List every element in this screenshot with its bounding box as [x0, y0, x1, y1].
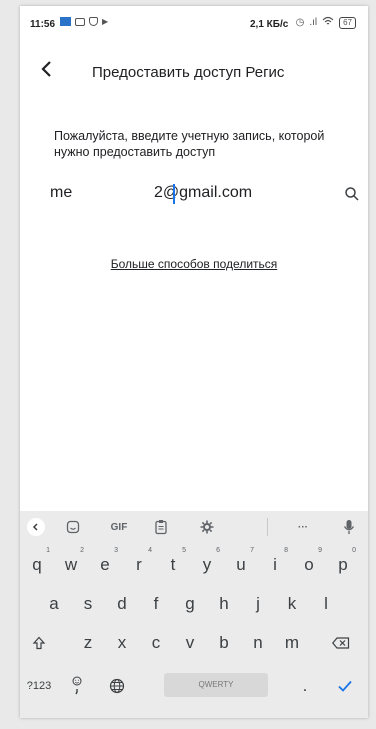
key-k[interactable]: k [277, 589, 307, 619]
key-z[interactable]: z [73, 628, 103, 658]
battery-icon: 67 [339, 16, 356, 29]
key-l[interactable]: l [311, 589, 341, 619]
keyboard-toolbar: GIF ··· [20, 511, 368, 543]
microphone-icon[interactable] [340, 518, 358, 536]
key-label: p [338, 555, 348, 574]
settings-gear-icon[interactable] [198, 518, 216, 536]
key-label: t [170, 555, 176, 574]
key-g[interactable]: g [175, 589, 205, 619]
key-c[interactable]: c [141, 628, 171, 658]
sticker-icon[interactable] [64, 518, 82, 536]
key-hint: 4 [148, 547, 152, 554]
space-bar[interactable]: QWERTY [164, 673, 268, 697]
key-p[interactable]: 0p [328, 547, 358, 580]
key-q[interactable]: 1q [22, 547, 52, 580]
network-speed: 2,1 КБ/с [250, 19, 289, 30]
key-n[interactable]: n [243, 628, 273, 658]
signal-icon: .ıl [309, 17, 318, 28]
key-y[interactable]: 6y [192, 547, 222, 580]
key-row-1: 1q 2w 3e 4r 5t 6y 7u 8i 9o 0p [20, 547, 368, 582]
toolbar-divider [267, 518, 268, 536]
key-m[interactable]: m [277, 628, 307, 658]
key-hint: 9 [318, 547, 322, 554]
text-cursor [173, 184, 175, 204]
key-label: o [304, 555, 314, 574]
key-f[interactable]: f [141, 589, 171, 619]
symbols-key[interactable]: ?123 [22, 671, 56, 701]
shift-icon[interactable] [24, 628, 54, 658]
key-row-2: a s d f g h j k l [20, 587, 368, 621]
key-b[interactable]: b [209, 628, 239, 658]
key-label: w [64, 555, 78, 574]
status-right-icons: ◷ .ıl 67 [296, 16, 356, 29]
key-label: u [236, 555, 246, 574]
shield-icon [89, 17, 98, 26]
wifi-icon [322, 16, 334, 29]
gif-button[interactable]: GIF [106, 518, 132, 536]
emoji-comma-key[interactable] [62, 671, 92, 701]
app-bar: Предоставить доступ Регис [20, 46, 368, 98]
checkmark-icon[interactable] [330, 671, 360, 701]
account-input[interactable]: me 2@gmail.com [50, 182, 368, 214]
collapse-icon[interactable] [27, 518, 45, 536]
key-row-4: ?123 QWERTY . [20, 669, 368, 703]
account-prompt: Пожалуйста, введите учетную запись, кото… [54, 129, 325, 159]
key-hint: 6 [216, 547, 220, 554]
key-e[interactable]: 3e [90, 547, 120, 580]
key-label: e [100, 555, 110, 574]
key-hint: 0 [352, 547, 356, 554]
key-j[interactable]: j [243, 589, 273, 619]
backspace-icon[interactable] [326, 628, 356, 658]
key-hint: 3 [114, 547, 118, 554]
key-hint: 2 [80, 547, 84, 554]
period-key[interactable]: . [290, 671, 320, 701]
key-a[interactable]: a [39, 589, 69, 619]
status-time: 11:56 [30, 19, 56, 30]
key-hint: 7 [250, 547, 254, 554]
key-row-3: z x c v b n m [20, 626, 368, 660]
notification-icons: ▶ [60, 17, 108, 26]
play-icon: ▶ [102, 17, 109, 26]
alarm-icon: ◷ [295, 17, 305, 28]
status-bar: 11:56 ▶ 2,1 КБ/с ◷ .ıl 67 [20, 6, 368, 38]
account-prefix: me [50, 184, 73, 201]
key-v[interactable]: v [175, 628, 205, 658]
key-t[interactable]: 5t [158, 547, 188, 580]
key-s[interactable]: s [73, 589, 103, 619]
key-hint: 5 [182, 547, 186, 554]
more-options-icon[interactable]: ··· [292, 518, 314, 536]
page-title: Предоставить доступ Регис [92, 64, 285, 81]
key-hint: 1 [46, 547, 50, 554]
key-r[interactable]: 4r [124, 547, 154, 580]
key-label: q [32, 555, 42, 574]
key-u[interactable]: 7u [226, 547, 256, 580]
back-arrow-icon[interactable] [32, 54, 62, 84]
key-label: i [273, 555, 277, 574]
key-o[interactable]: 9o [294, 547, 324, 580]
clipboard-icon[interactable] [152, 518, 170, 536]
key-hint: 8 [284, 547, 288, 554]
key-d[interactable]: d [107, 589, 137, 619]
account-value: 2@gmail.com [154, 184, 253, 201]
more-sharing-link[interactable]: Больше способов поделиться [20, 257, 368, 271]
search-icon[interactable] [344, 186, 360, 202]
key-label: r [136, 555, 142, 574]
key-h[interactable]: h [209, 589, 239, 619]
key-label: y [202, 555, 212, 574]
keyboard: GIF ··· 1q 2w 3e 4r 5t 6y 7u 8i 9o 0p a … [20, 511, 368, 718]
key-i[interactable]: 8i [260, 547, 290, 580]
globe-icon[interactable] [102, 671, 132, 701]
key-x[interactable]: x [107, 628, 137, 658]
message-icon [75, 17, 85, 26]
sim-icon [60, 17, 71, 26]
phone-screen: 11:56 ▶ 2,1 КБ/с ◷ .ıl 67 Предоставить д… [20, 6, 368, 718]
key-w[interactable]: 2w [56, 547, 86, 580]
